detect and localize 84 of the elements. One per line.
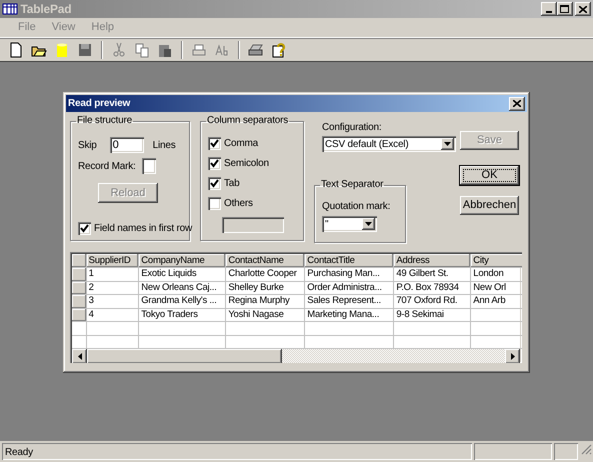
checkbox-label: Tab xyxy=(224,177,240,191)
group-title: Column separators xyxy=(207,115,288,126)
column-header[interactable]: ContactTitle xyxy=(304,254,394,268)
table-cell: Ann Arb xyxy=(470,294,522,308)
table-cell: London xyxy=(470,268,522,281)
column-header[interactable]: Address xyxy=(394,254,471,268)
column-header[interactable]: SupplierID xyxy=(86,254,139,268)
table-cell: Purchasing Man... xyxy=(304,268,394,281)
checkbox-label: Comma xyxy=(224,137,258,151)
record-mark-field[interactable] xyxy=(142,158,156,174)
table-cell: 2 xyxy=(86,281,139,294)
app-icon xyxy=(2,2,18,16)
table-cell: 707 Oxford Rd. xyxy=(394,294,471,308)
close-icon xyxy=(513,100,521,107)
table-cell: 9-8 Sekimai xyxy=(394,308,471,322)
caret-icon xyxy=(444,142,451,146)
field-label: Skip xyxy=(78,138,97,152)
checkbox[interactable] xyxy=(208,157,221,170)
field-label: Record Mark: xyxy=(78,160,136,174)
horizontal-scrollbar[interactable] xyxy=(72,349,520,363)
table-cell: New Orleans Caj... xyxy=(138,281,226,294)
cut-icon[interactable] xyxy=(111,42,127,58)
table-cell: Exotic Liquids xyxy=(138,268,226,281)
table-cell: Grandma Kelly's ... xyxy=(138,294,226,308)
table-cell: 3 xyxy=(86,294,139,308)
status-panel xyxy=(554,443,578,460)
row-header[interactable] xyxy=(72,281,86,294)
table-cell: 4 xyxy=(86,308,139,322)
column-header[interactable]: City xyxy=(470,254,522,268)
checkbox-label: Semicolon xyxy=(224,157,269,171)
table-cell: Shelley Burke xyxy=(226,281,305,294)
row-header[interactable] xyxy=(72,308,86,322)
checkbox[interactable] xyxy=(208,197,221,210)
row-header[interactable] xyxy=(72,268,86,281)
dialog-button[interactable]: OK xyxy=(460,166,519,185)
skip-field[interactable]: 0 xyxy=(110,137,144,153)
maximize-icon xyxy=(560,5,569,13)
field-label: Configuration: xyxy=(322,121,382,135)
group-title: File structure xyxy=(77,115,132,126)
close-button[interactable] xyxy=(575,2,591,16)
window-title: TablePad xyxy=(20,1,72,18)
checkbox[interactable] xyxy=(208,137,221,150)
checkbox-label: Others xyxy=(224,197,253,211)
checkbox[interactable] xyxy=(208,177,221,190)
copy-icon[interactable] xyxy=(134,42,150,58)
column-header[interactable]: CompanyName xyxy=(138,254,226,268)
close-button[interactable] xyxy=(509,96,525,110)
table-cell: 1 xyxy=(86,268,139,281)
minimize-button[interactable] xyxy=(540,2,556,16)
table-cell: P.O. Box 78934 xyxy=(394,281,471,294)
dialog-button[interactable]: Abbrechen xyxy=(460,196,519,215)
table-cell: Tokyo Traders xyxy=(138,308,226,322)
table-cell: Order Administra... xyxy=(304,281,394,294)
quotation-dropdown[interactable]: " xyxy=(322,216,377,232)
paste-icon[interactable] xyxy=(157,42,173,58)
configuration-dropdown[interactable]: CSV default (Excel) xyxy=(322,136,456,152)
help-icon[interactable] xyxy=(271,42,287,58)
caret-icon xyxy=(365,222,372,226)
dialog-title: Read preview xyxy=(68,97,132,111)
maximize-button[interactable] xyxy=(556,2,572,16)
checkbox[interactable] xyxy=(78,222,91,235)
table-cell: Sales Represent... xyxy=(304,294,394,308)
group-title: Text Separator xyxy=(321,179,384,190)
table-cell: Charlotte Cooper xyxy=(226,268,305,281)
new-file-icon[interactable] xyxy=(8,42,24,58)
printer-icon[interactable] xyxy=(248,42,264,58)
close-icon xyxy=(579,6,587,12)
checkbox-label: Field names in first row xyxy=(94,222,192,236)
table-cell: Marketing Mana... xyxy=(304,308,394,322)
field-label: Lines xyxy=(152,138,176,152)
print-preview-icon[interactable] xyxy=(191,42,207,58)
status-text: Ready xyxy=(2,443,472,460)
spelling-icon[interactable] xyxy=(214,42,230,58)
scroll-right-icon xyxy=(510,353,514,360)
table-cell: 49 Gilbert St. xyxy=(394,268,471,281)
table-cell: Yoshi Nagase xyxy=(226,308,305,322)
table-cell: Regina Murphy xyxy=(226,294,305,308)
field-label: Quotation mark: xyxy=(322,200,392,214)
row-header[interactable] xyxy=(72,294,86,308)
save-icon[interactable] xyxy=(77,42,93,58)
column-header[interactable]: ContactName xyxy=(226,254,305,268)
table-cell: New Orl xyxy=(470,281,522,294)
scroll-left-icon xyxy=(78,353,82,360)
resize-grip-icon xyxy=(580,443,592,455)
